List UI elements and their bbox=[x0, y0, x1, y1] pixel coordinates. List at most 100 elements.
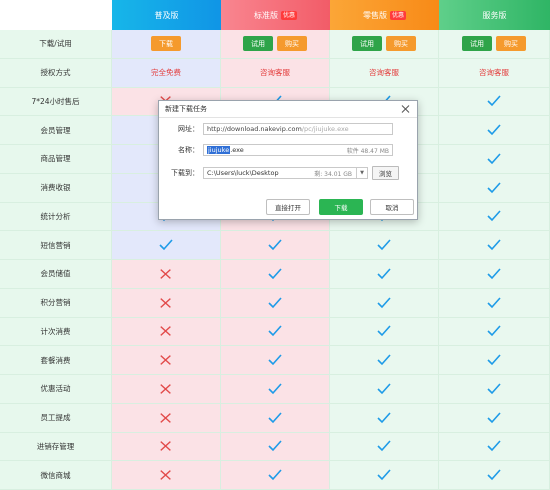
dest-path: C:\Users\luck\Desktop bbox=[207, 169, 279, 177]
row-label-cell: 会员管理 bbox=[0, 116, 112, 144]
feature-cell bbox=[439, 346, 550, 374]
feature-cell bbox=[112, 260, 221, 288]
check-icon bbox=[487, 182, 501, 193]
check-icon bbox=[377, 383, 391, 395]
trial-button[interactable]: 试用 bbox=[462, 36, 492, 52]
buy-button[interactable]: 购买 bbox=[496, 36, 526, 52]
check-icon bbox=[487, 383, 501, 395]
row-label-cell: 统计分析 bbox=[0, 202, 112, 231]
feature-cell bbox=[330, 375, 439, 403]
download-cell: 试用 购买 bbox=[439, 30, 550, 58]
row-label-cell: 套餐消费 bbox=[0, 346, 112, 374]
header-label: 普及版 bbox=[154, 10, 179, 20]
row-label: 授权方式 bbox=[40, 68, 71, 78]
header-col-4: 服务版 bbox=[439, 0, 550, 30]
feature-cell bbox=[112, 317, 221, 346]
download-dialog: 新建下载任务 网址： http://download.nakevip.com/p… bbox=[158, 100, 418, 220]
free-space: 剩: 34.01 GB bbox=[314, 170, 352, 178]
buy-button[interactable]: 购买 bbox=[277, 36, 307, 52]
check-icon bbox=[377, 354, 391, 366]
dest-label: 下载到： bbox=[171, 169, 199, 177]
table-row: 优惠活动 bbox=[0, 375, 550, 404]
table-row: 套餐消费 bbox=[0, 346, 550, 375]
dialog-titlebar: 新建下载任务 bbox=[159, 101, 417, 118]
feature-cell bbox=[439, 288, 550, 317]
name-row: 名称： jiujuke .exe 软件 48.47 MB bbox=[159, 144, 393, 156]
filename-input[interactable]: jiujuke .exe 软件 48.47 MB bbox=[203, 144, 393, 156]
download-button[interactable]: 下载 bbox=[151, 36, 181, 52]
table-row: 微信商城 bbox=[0, 461, 550, 490]
auth-cell: 咨询客服 bbox=[221, 58, 330, 87]
feature-cell bbox=[221, 461, 330, 489]
row-label: 员工提成 bbox=[40, 413, 71, 423]
open-directly-button[interactable]: 直接打开 bbox=[266, 199, 310, 215]
feature-cell bbox=[330, 317, 439, 346]
row-label: 会员储值 bbox=[40, 269, 71, 279]
check-icon bbox=[377, 268, 391, 280]
comparison-table: 普及版 标准版 优惠 零售版 优惠 服务版 下载/试用 下载 试用 购买 试用 购买 试用 购买 授权方式… bbox=[0, 0, 550, 490]
feature-cell bbox=[112, 288, 221, 317]
header-label: 服务版 bbox=[482, 10, 507, 20]
chevron-down-icon[interactable]: ▼ bbox=[356, 168, 367, 178]
feature-cell bbox=[221, 317, 330, 346]
trial-button[interactable]: 试用 bbox=[352, 36, 382, 52]
cross-icon bbox=[160, 297, 171, 308]
trial-button[interactable]: 试用 bbox=[243, 36, 273, 52]
table-row-download: 下载/试用 下载 试用 购买 试用 购买 试用 购买 bbox=[0, 30, 550, 59]
row-label: 套餐消费 bbox=[40, 355, 71, 365]
download-button[interactable]: 下载 bbox=[319, 199, 363, 215]
feature-cell bbox=[439, 173, 550, 202]
discount-badge: 优惠 bbox=[280, 10, 297, 20]
close-icon[interactable] bbox=[401, 104, 411, 114]
row-label-cell: 进销存管理 bbox=[0, 432, 112, 461]
check-icon bbox=[487, 124, 501, 136]
row-label: 短信营销 bbox=[40, 240, 71, 250]
feature-cell bbox=[330, 403, 439, 432]
cancel-button[interactable]: 取消 bbox=[370, 199, 414, 215]
buy-button[interactable]: 购买 bbox=[386, 36, 416, 52]
feature-cell bbox=[112, 403, 221, 432]
table-row: 进销存管理 bbox=[0, 432, 550, 462]
table-row: 积分营销 bbox=[0, 288, 550, 318]
feature-cell bbox=[439, 403, 550, 432]
check-icon bbox=[268, 440, 282, 452]
feature-cell bbox=[221, 346, 330, 374]
feature-cell bbox=[439, 87, 550, 116]
feature-cell bbox=[221, 375, 330, 403]
feature-cell bbox=[439, 116, 550, 144]
table-row: 短信营销 bbox=[0, 231, 550, 260]
url-field[interactable]: http://download.nakevip.com/pc/jiujuke.e… bbox=[203, 123, 393, 135]
feature-cell bbox=[112, 461, 221, 489]
row-label-cell: 员工提成 bbox=[0, 403, 112, 432]
header-col-1: 普及版 bbox=[112, 0, 221, 30]
file-size: 软件 48.47 MB bbox=[346, 147, 389, 155]
row-label-cell: 优惠活动 bbox=[0, 375, 112, 403]
row-label: 积分营销 bbox=[40, 298, 71, 308]
feature-cell bbox=[221, 231, 330, 259]
check-icon bbox=[377, 239, 391, 251]
check-icon bbox=[487, 210, 501, 222]
row-label: 消费收银 bbox=[40, 183, 71, 193]
feature-cell bbox=[439, 317, 550, 346]
check-icon bbox=[377, 325, 391, 337]
name-label: 名称： bbox=[178, 146, 199, 154]
dest-path-select[interactable]: C:\Users\luck\Desktop 剩: 34.01 GB ▼ bbox=[203, 167, 368, 179]
browse-button[interactable]: 浏览 bbox=[372, 166, 399, 180]
cross-icon bbox=[160, 383, 171, 394]
cross-icon bbox=[160, 326, 171, 337]
feature-cell bbox=[439, 461, 550, 489]
check-icon bbox=[487, 325, 501, 337]
cross-icon bbox=[160, 355, 171, 366]
row-label: 7*24小时售后 bbox=[31, 96, 80, 106]
feature-cell bbox=[112, 346, 221, 374]
dialog-title: 新建下载任务 bbox=[165, 105, 207, 113]
row-label-cell: 积分营销 bbox=[0, 288, 112, 317]
auth-value: 咨询客服 bbox=[369, 68, 399, 78]
cross-icon bbox=[160, 441, 171, 452]
row-label-cell: 下载/试用 bbox=[0, 30, 112, 58]
feature-cell bbox=[439, 375, 550, 403]
row-label: 下载/试用 bbox=[39, 39, 72, 49]
feature-cell bbox=[439, 145, 550, 173]
feature-cell bbox=[330, 461, 439, 489]
table-row: 员工提成 bbox=[0, 403, 550, 433]
